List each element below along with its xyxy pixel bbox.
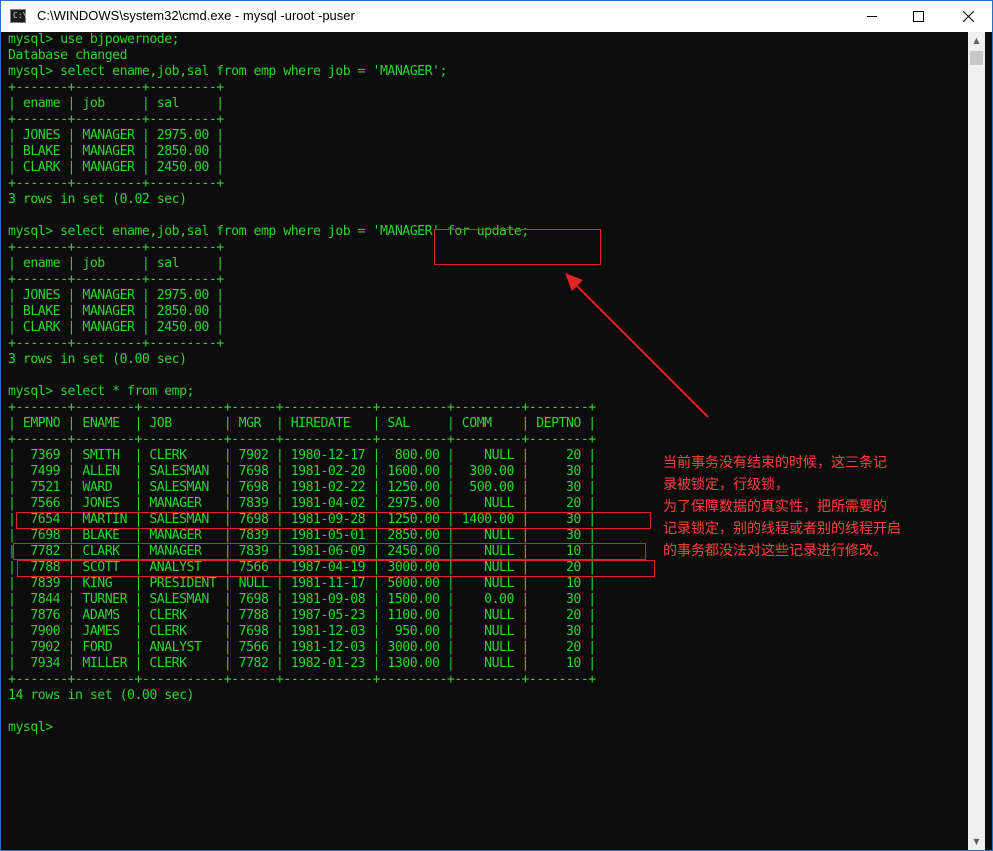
cmd-window: C:\ C:\WINDOWS\system32\cmd.exe - mysql …	[0, 0, 993, 851]
maximize-icon	[912, 11, 924, 22]
console-line: +-------+---------+---------+	[8, 176, 224, 191]
console-line: mysql> select * from emp;	[8, 384, 195, 399]
console-line: +-------+---------+---------+	[8, 336, 224, 351]
highlight-row-7566	[16, 512, 651, 529]
console-line: | JONES | MANAGER | 2975.00 |	[8, 288, 224, 303]
console-line: | JONES | MANAGER | 2975.00 |	[8, 128, 224, 143]
console-line: +-------+--------+-----------+------+---…	[8, 400, 596, 415]
console-line: | ename | job | sal |	[8, 96, 224, 111]
title-bar[interactable]: C:\ C:\WINDOWS\system32\cmd.exe - mysql …	[1, 1, 992, 32]
close-icon	[962, 11, 974, 22]
console-line: | 7876 | ADAMS | CLERK | 7788 | 1987-05-…	[8, 608, 596, 623]
console-line: +-------+---------+---------+	[8, 272, 224, 287]
console-line: 3 rows in set (0.00 sec)	[8, 352, 187, 367]
console-line: | 7900 | JAMES | CLERK | 7698 | 1981-12-…	[8, 624, 596, 639]
annotation-line: 记录锁定，别的线程或者别的线程开启	[663, 521, 901, 537]
console-line: 14 rows in set (0.00 sec)	[8, 688, 195, 703]
console-line: | 7839 | KING | PRESIDENT | NULL | 1981-…	[8, 576, 596, 591]
highlight-row-7782	[17, 560, 655, 577]
console-line: | BLAKE | MANAGER | 2850.00 |	[8, 304, 224, 319]
scrollbar-thumb[interactable]	[970, 51, 983, 65]
console-line: +-------+--------+-----------+------+---…	[8, 672, 596, 687]
annotation-line: 的事务都没法对这些记录进行修改。	[663, 543, 887, 559]
console-line: | 7934 | MILLER | CLERK | 7782 | 1982-01…	[8, 656, 596, 671]
window-title: C:\WINDOWS\system32\cmd.exe - mysql -uro…	[37, 8, 355, 23]
console-text: mysql> use bjpowernode; Database changed m…	[8, 32, 968, 736]
scroll-up-arrow-icon[interactable]: ▲	[968, 32, 985, 49]
annotation-line: 当前事务没有结束的时候，这三条记	[663, 455, 887, 471]
annotation-line: 为了保障数据的真实性，把所需要的	[663, 499, 887, 515]
console-line: Database changed	[8, 48, 128, 63]
highlight-row-7698	[13, 543, 646, 560]
annotation-note: 当前事务没有结束的时候，这三条记 录被锁定，行级锁， 为了保障数据的真实性，把所需要…	[663, 452, 953, 562]
cmd-icon[interactable]: C:\	[10, 9, 28, 23]
maximize-button[interactable]	[895, 1, 941, 32]
console-output[interactable]: mysql> use bjpowernode; Database changed m…	[8, 32, 968, 850]
minimize-button[interactable]	[849, 1, 895, 32]
vertical-scrollbar[interactable]: ▲ ▼	[968, 32, 985, 850]
console-line: | BLAKE | MANAGER | 2850.00 |	[8, 144, 224, 159]
highlight-for-update	[434, 229, 601, 265]
annotation-line: 录被锁定，行级锁，	[663, 477, 789, 493]
console-line: | CLARK | MANAGER | 2450.00 |	[8, 160, 224, 175]
console-line: 3 rows in set (0.02 sec)	[8, 192, 187, 207]
console-line: +-------+---------+---------+	[8, 112, 224, 127]
console-line: +-------+--------+-----------+------+---…	[8, 432, 596, 447]
console-line: mysql>	[8, 720, 53, 735]
console-line: mysql> select ename,job,sal from emp whe…	[8, 64, 447, 79]
minimize-icon	[867, 16, 877, 17]
console-line: | CLARK | MANAGER | 2450.00 |	[8, 320, 224, 335]
console-line: | 7902 | FORD | ANALYST | 7566 | 1981-12…	[8, 640, 596, 655]
console-line: | 7844 | TURNER | SALESMAN | 7698 | 1981…	[8, 592, 596, 607]
console-line: +-------+---------+---------+	[8, 80, 224, 95]
scroll-down-arrow-icon[interactable]: ▼	[968, 833, 985, 850]
console-line: mysql> use bjpowernode;	[8, 32, 180, 47]
console-line: | EMPNO | ENAME | JOB | MGR | HIREDATE |…	[8, 416, 596, 431]
cmd-icon-label: C:\	[13, 11, 28, 20]
close-button[interactable]	[945, 1, 991, 32]
